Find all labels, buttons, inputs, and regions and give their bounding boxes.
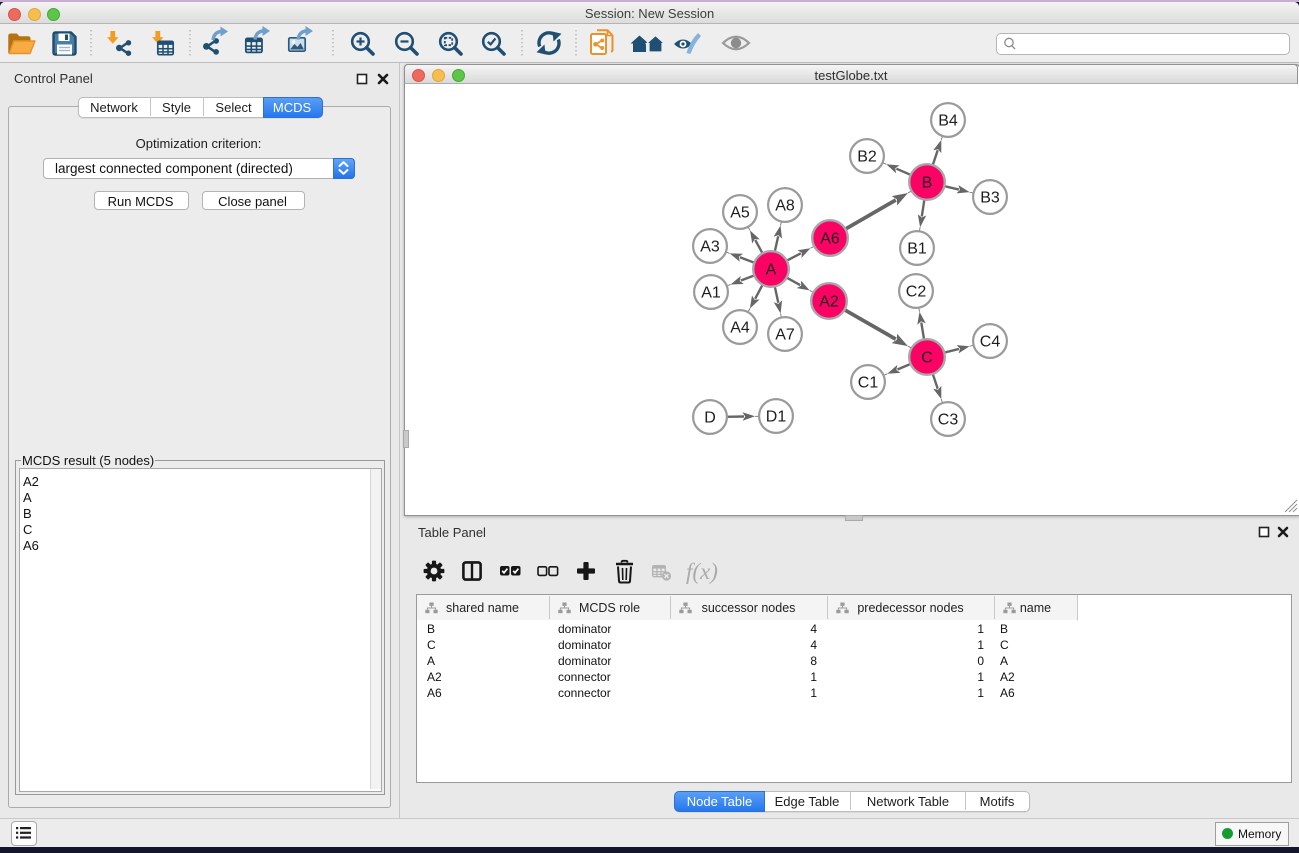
svg-text:A1: A1 [701,285,721,302]
svg-text:A6: A6 [820,231,840,248]
svg-text:C: C [921,350,933,367]
svg-text:B3: B3 [980,190,1000,207]
svg-text:B4: B4 [938,113,958,130]
svg-text:A7: A7 [775,327,795,344]
svg-text:C1: C1 [858,375,879,392]
svg-text:D1: D1 [766,409,787,426]
svg-text:A3: A3 [700,239,720,256]
svg-text:D: D [704,410,716,427]
svg-text:C4: C4 [980,334,1001,351]
svg-text:A2: A2 [819,294,839,311]
svg-text:C2: C2 [906,284,927,301]
svg-text:A8: A8 [775,198,795,215]
svg-text:B2: B2 [857,149,877,166]
svg-text:f(x): f(x) [686,559,718,584]
svg-text:A4: A4 [730,320,750,337]
svg-text:B: B [922,175,933,192]
svg-text:A5: A5 [730,205,750,222]
svg-text:B1: B1 [907,241,927,258]
svg-text:A: A [766,262,777,279]
svg-text:C3: C3 [938,412,959,429]
